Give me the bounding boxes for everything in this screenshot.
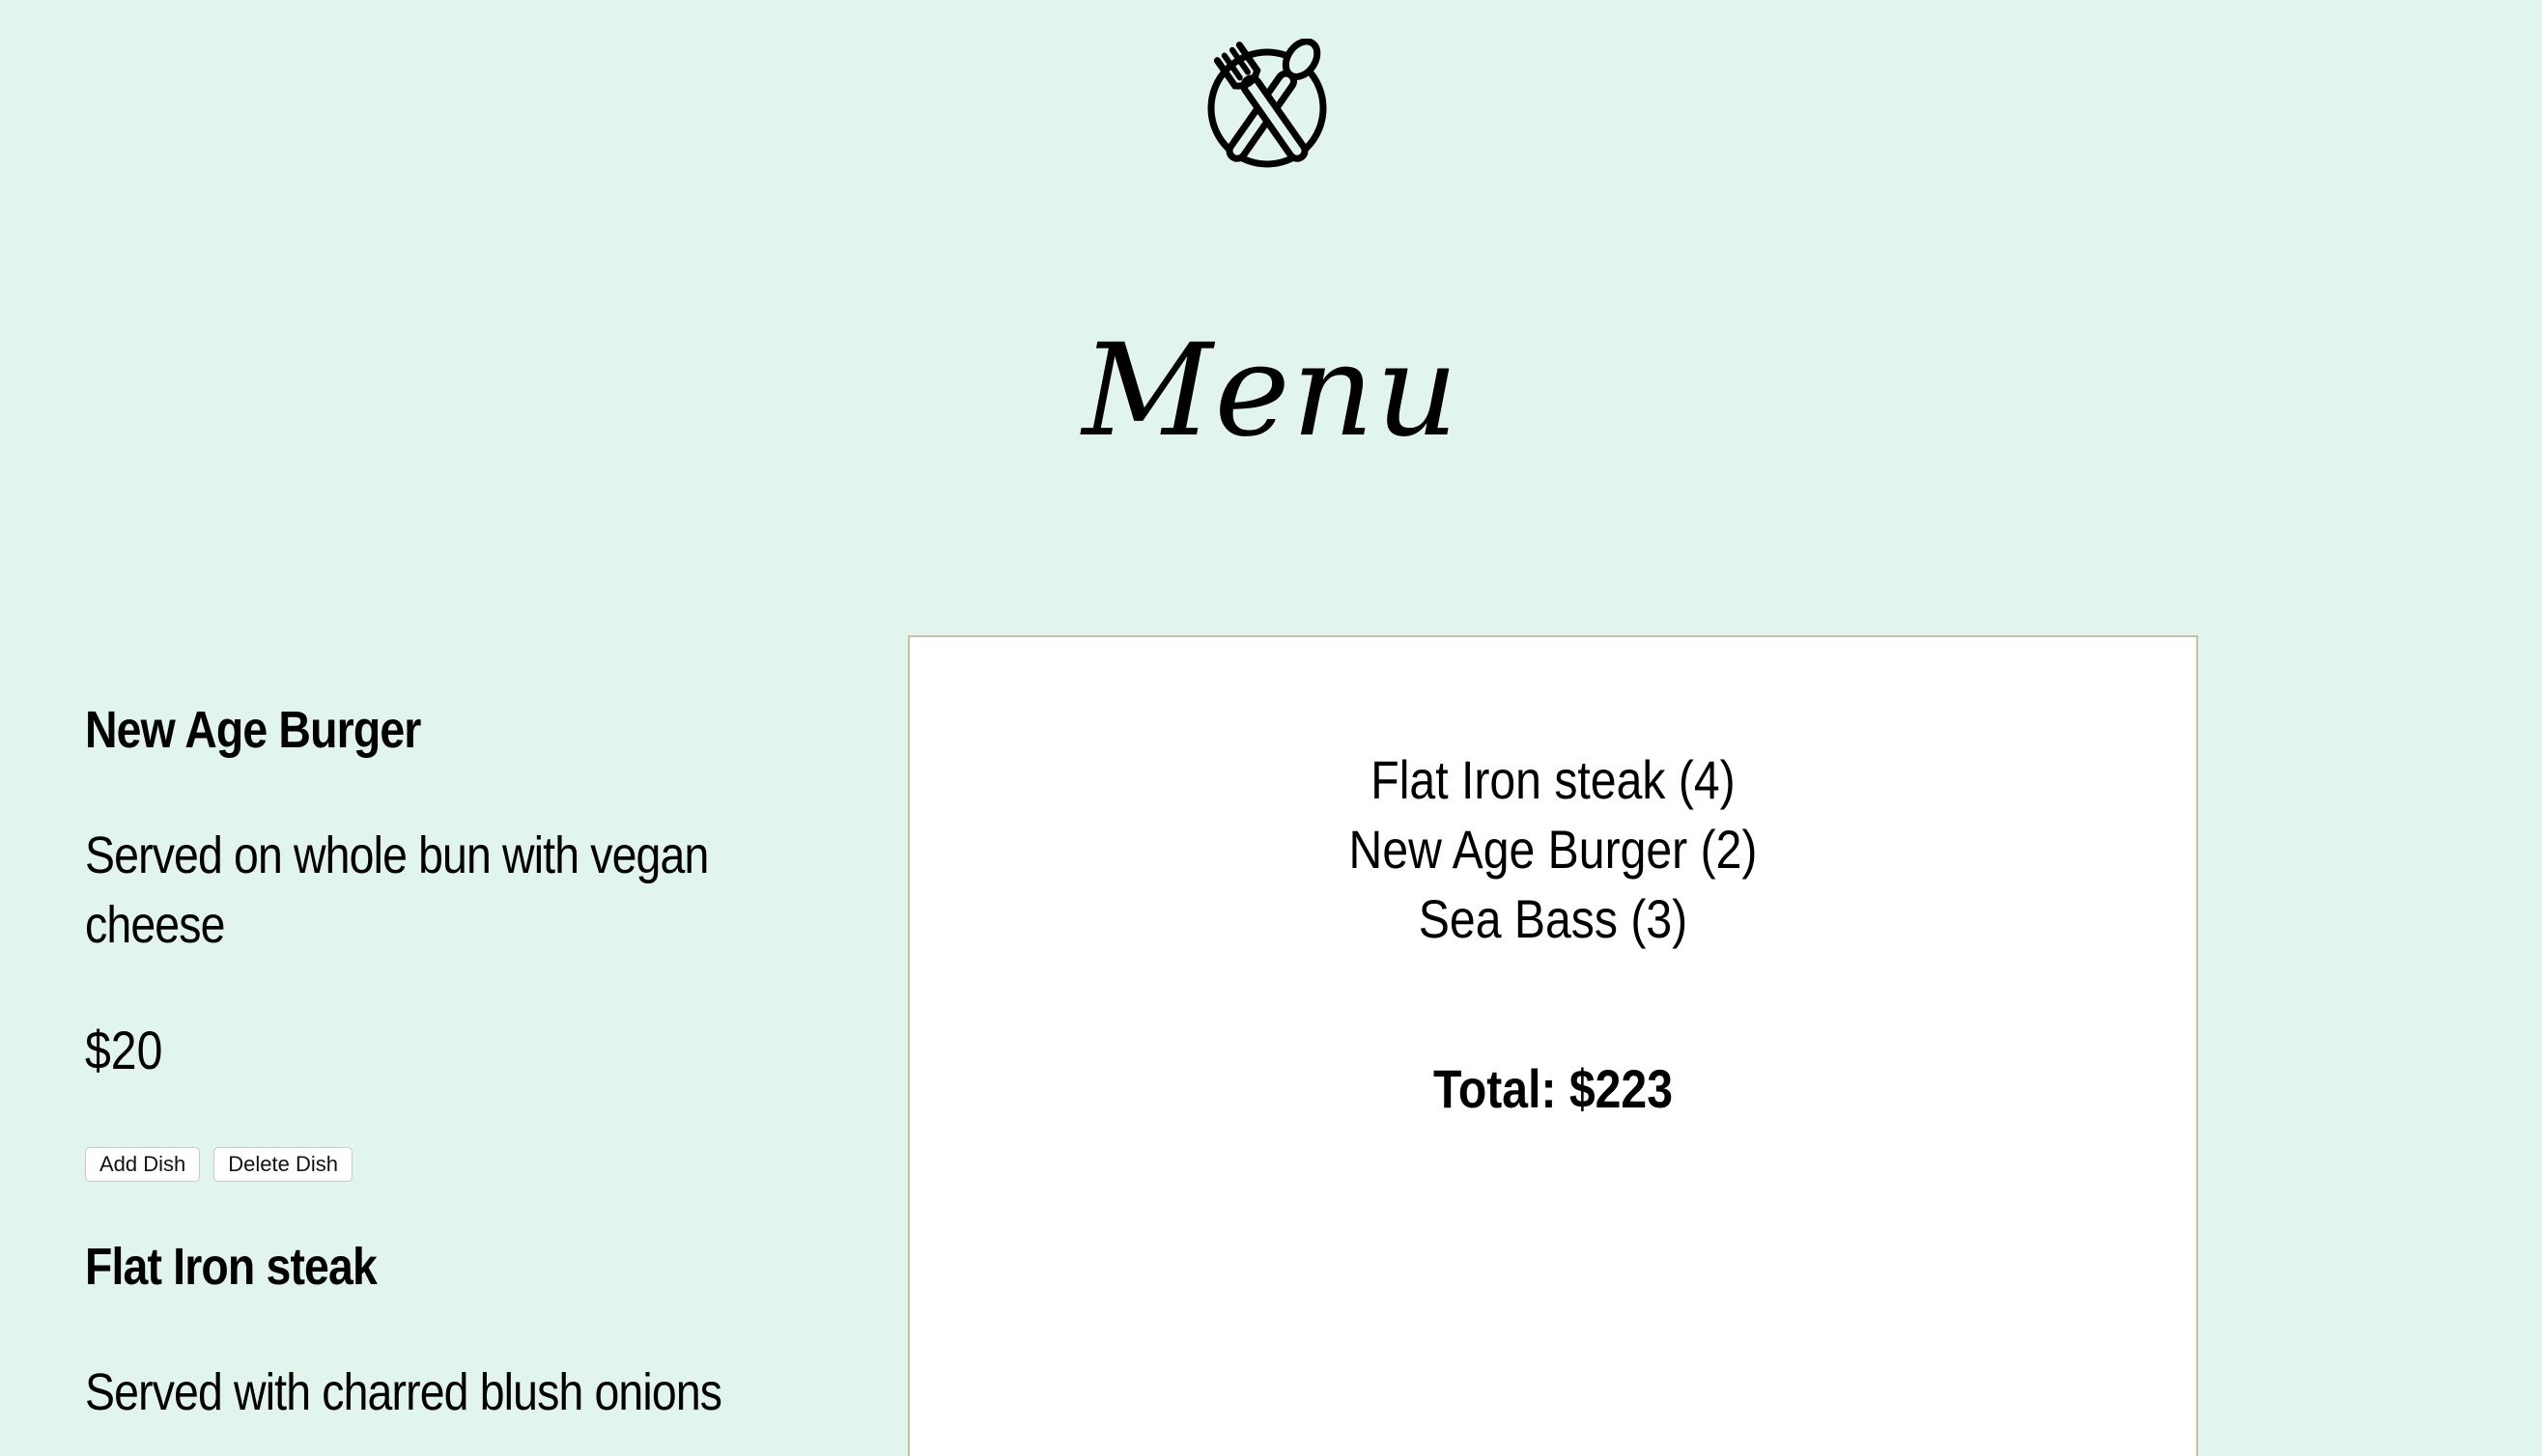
order-item: Flat Iron steak (4) bbox=[1370, 749, 1736, 810]
order-summary-panel: Flat Iron steak (4) New Age Burger (2) S… bbox=[908, 635, 2198, 1456]
fork-spoon-plate-icon bbox=[1207, 39, 1327, 168]
dish-name: Flat Iron steak bbox=[85, 1238, 378, 1296]
order-item: New Age Burger (2) bbox=[1348, 819, 1758, 880]
add-dish-button[interactable]: Add Dish bbox=[85, 1147, 201, 1182]
dish-item: New Age Burger Served on whole bun with … bbox=[85, 695, 780, 1182]
dish-actions: Add Dish Delete Dish bbox=[85, 1147, 780, 1182]
dish-price: $20 bbox=[85, 1020, 163, 1080]
order-item: Sea Bass (3) bbox=[1418, 888, 1688, 949]
dish-name: New Age Burger bbox=[85, 701, 421, 759]
order-total: Total: $223 bbox=[1432, 1058, 1674, 1119]
delete-dish-button[interactable]: Delete Dish bbox=[213, 1147, 353, 1182]
dish-item: Flat Iron steak Served with charred blus… bbox=[85, 1232, 780, 1427]
dish-description: Served with charred blush onions bbox=[85, 1363, 722, 1421]
dish-description: Served on whole bun with vegan cheese bbox=[85, 826, 709, 954]
dish-list: New Age Burger Served on whole bun with … bbox=[85, 695, 780, 1456]
page-title: Menu bbox=[1082, 317, 1460, 465]
order-list: Flat Iron steak (4) New Age Burger (2) S… bbox=[910, 745, 2196, 954]
